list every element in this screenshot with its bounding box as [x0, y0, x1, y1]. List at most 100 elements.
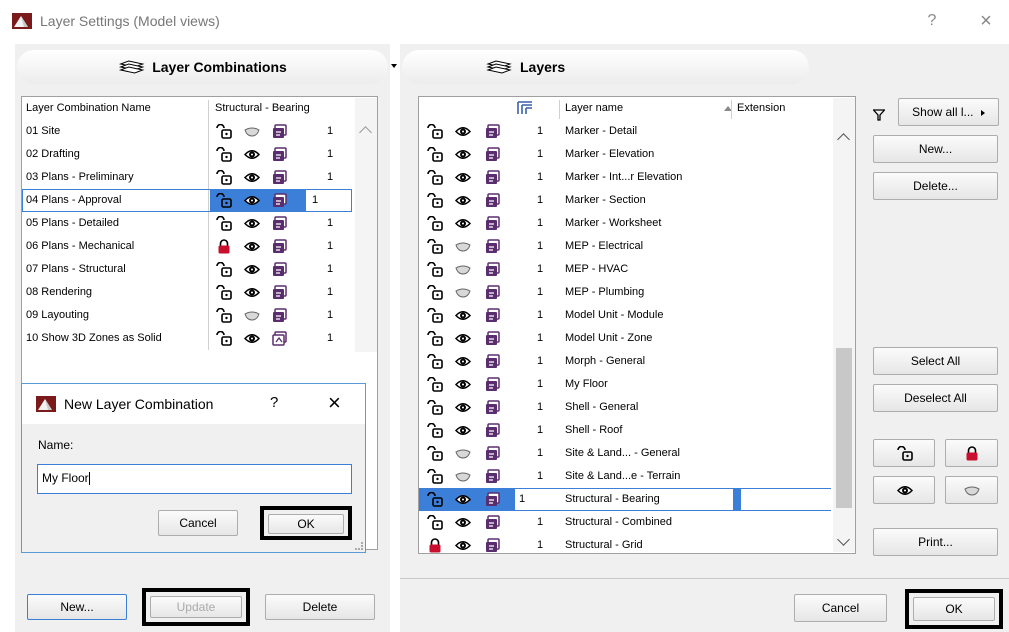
left-list-scrollbar[interactable] [355, 98, 377, 352]
layer-state-icon[interactable] [485, 354, 501, 369]
unlock-icon[interactable] [216, 193, 232, 208]
unlock-icon[interactable] [427, 354, 443, 369]
eye-icon[interactable] [455, 170, 471, 185]
layer-row[interactable]: 1 Shell - General [419, 396, 831, 419]
layer-state-icon[interactable] [485, 147, 501, 162]
layer-row[interactable]: 1 Model Unit - Module [419, 304, 831, 327]
eye-icon[interactable] [455, 354, 471, 369]
right-list-scrollbar[interactable] [833, 98, 855, 552]
layer-state-icon[interactable] [485, 515, 501, 530]
layer-state-icon[interactable] [272, 285, 288, 300]
unlock-icon[interactable] [216, 147, 232, 162]
lock-icon[interactable] [427, 538, 443, 553]
layer-state-icon[interactable] [485, 193, 501, 208]
panel-menu-arrow-icon[interactable] [391, 64, 397, 68]
deselect-all-button[interactable]: Deselect All [873, 384, 998, 412]
unlock-icon[interactable] [427, 446, 443, 461]
eye-icon[interactable] [455, 377, 471, 392]
eye-icon[interactable] [244, 193, 260, 208]
layer-state-icon[interactable] [485, 400, 501, 415]
col-extension[interactable]: Extension [737, 97, 785, 120]
combination-row[interactable]: 06 Plans - Mechanical 1 [22, 235, 352, 258]
unlock-icon[interactable] [427, 124, 443, 139]
eye-icon[interactable] [455, 492, 471, 507]
layer-row[interactable]: 1 My Floor [419, 373, 831, 396]
new-combination-button[interactable]: New... [27, 594, 127, 620]
unlock-icon[interactable] [427, 216, 443, 231]
unlock-icon[interactable] [427, 423, 443, 438]
eye-icon[interactable] [455, 216, 471, 231]
unlock-icon[interactable] [427, 170, 443, 185]
layer-row[interactable]: 1 MEP - Electrical [419, 235, 831, 258]
eye-icon[interactable] [455, 538, 471, 553]
layer-state-icon[interactable] [272, 239, 288, 254]
unlock-icon[interactable] [427, 515, 443, 530]
layer-state-icon[interactable] [272, 124, 288, 139]
hidden-eye-icon[interactable] [455, 285, 471, 300]
layer-state-icon[interactable] [485, 446, 501, 461]
layer-row[interactable]: 1 Structural - Grid [419, 534, 831, 557]
unlock-icon[interactable] [427, 331, 443, 346]
unlock-icon[interactable] [427, 377, 443, 392]
eye-icon[interactable] [455, 515, 471, 530]
eye-icon[interactable] [455, 193, 471, 208]
layer-state-icon[interactable] [485, 331, 501, 346]
layer-state-icon[interactable] [485, 308, 501, 323]
layer-state-icon[interactable] [272, 216, 288, 231]
layer-row[interactable]: 1 Marker - Int...r Elevation [419, 166, 831, 189]
layer-row[interactable]: 1 MEP - HVAC [419, 258, 831, 281]
hidden-eye-icon[interactable] [244, 124, 260, 139]
delete-layer-button[interactable]: Delete... [873, 172, 998, 200]
layer-row[interactable]: 1 Site & Land... - General [419, 442, 831, 465]
layer-state-icon[interactable] [485, 377, 501, 392]
dialog-close-button[interactable]: × [328, 390, 341, 416]
eye-icon[interactable] [244, 239, 260, 254]
eye-icon[interactable] [455, 400, 471, 415]
name-input[interactable]: My Floor [37, 464, 352, 494]
layer-state-icon[interactable] [485, 216, 501, 231]
combination-row[interactable]: 03 Plans - Preliminary 1 [22, 166, 352, 189]
hidden-eye-icon[interactable] [455, 262, 471, 277]
help-button[interactable]: ? [912, 8, 952, 34]
eye-icon[interactable] [455, 308, 471, 323]
eye-icon[interactable] [244, 331, 260, 346]
layer-state-icon[interactable] [272, 170, 288, 185]
unlock-icon[interactable] [427, 308, 443, 323]
select-all-button[interactable]: Select All [873, 347, 998, 375]
col-structural-bearing[interactable]: Structural - Bearing [215, 97, 310, 120]
unlock-icon[interactable] [216, 170, 232, 185]
layer-state-icon[interactable] [272, 147, 288, 162]
update-combination-button[interactable]: Update [150, 596, 242, 618]
show-layers-button[interactable] [873, 476, 935, 504]
combination-row[interactable]: 05 Plans - Detailed 1 [22, 212, 352, 235]
hide-layers-button[interactable] [945, 476, 998, 504]
layer-row[interactable]: 1 Morph - General [419, 350, 831, 373]
layer-row[interactable]: 1 MEP - Plumbing [419, 281, 831, 304]
dialog-help-button[interactable]: ? [270, 394, 278, 411]
layer-state-icon[interactable] [485, 170, 501, 185]
eye-icon[interactable] [455, 124, 471, 139]
layer-state-icon[interactable] [485, 239, 501, 254]
layer-number-sort-icon[interactable] [517, 101, 533, 115]
col-combination-name[interactable]: Layer Combination Name [26, 97, 151, 120]
eye-icon[interactable] [455, 423, 471, 438]
print-button[interactable]: Print... [873, 528, 998, 556]
layer-state-icon[interactable] [272, 262, 288, 277]
layer-row[interactable]: 1 Marker - Detail [419, 120, 831, 143]
unlock-icon[interactable] [427, 239, 443, 254]
layer-row[interactable]: 1 Marker - Elevation [419, 143, 831, 166]
hidden-eye-icon[interactable] [244, 308, 260, 323]
layer-row[interactable]: 1 Structural - Bearing [419, 488, 831, 511]
unlock-icon[interactable] [216, 124, 232, 139]
layer-state-icon[interactable] [485, 124, 501, 139]
unlock-icon[interactable] [216, 216, 232, 231]
unlock-icon[interactable] [216, 308, 232, 323]
close-button[interactable]: × [966, 8, 1006, 34]
combination-row[interactable]: 09 Layouting 1 [22, 304, 352, 327]
dialog-cancel-button[interactable]: Cancel [158, 510, 238, 536]
delete-combination-button[interactable]: Delete [265, 594, 375, 620]
col-layer-name[interactable]: Layer name [565, 97, 623, 120]
layer-row[interactable]: 1 Shell - Roof [419, 419, 831, 442]
combination-row[interactable]: 01 Site 1 [22, 120, 352, 143]
combination-row[interactable]: 08 Rendering 1 [22, 281, 352, 304]
